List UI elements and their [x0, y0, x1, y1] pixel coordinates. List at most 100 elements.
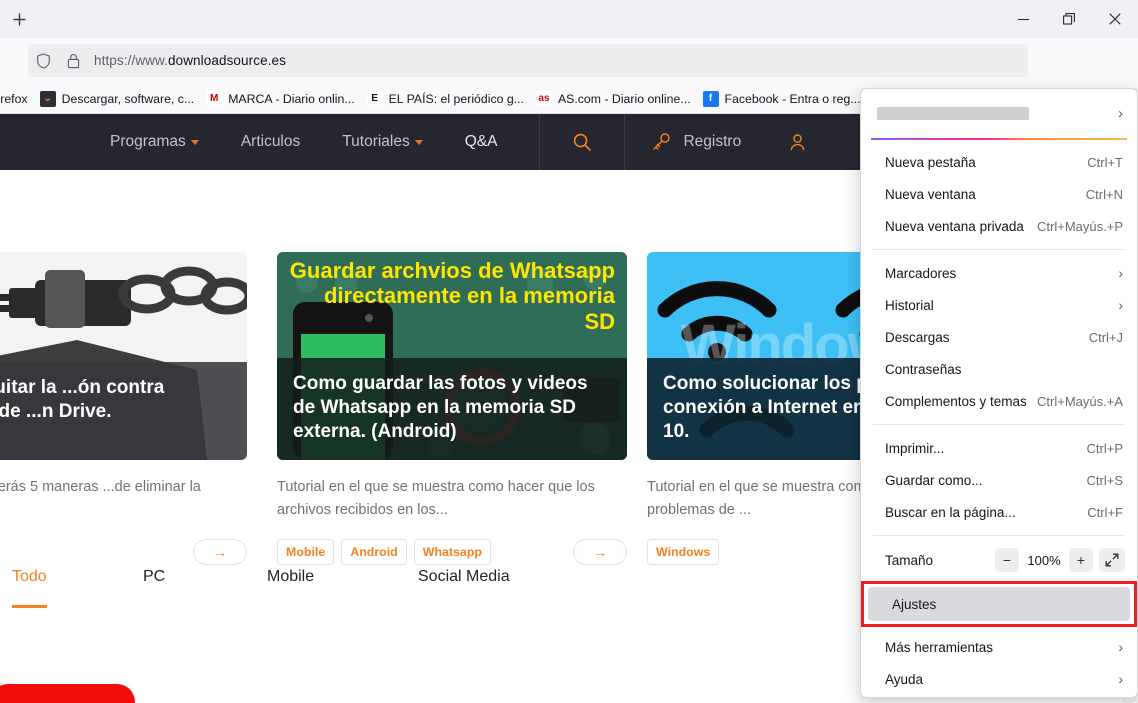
chevron-down-icon [414, 139, 423, 145]
menu-item-label: Nueva ventana privada [885, 218, 1024, 234]
menu-item-label: Marcadores [885, 265, 957, 281]
zoom-out-button[interactable]: − [995, 548, 1019, 572]
zoom-in-button[interactable]: + [1069, 548, 1093, 572]
menu-item-label: Nueva pestaña [885, 154, 976, 170]
card-title: ...as de quitar la ...ón contra escritur… [0, 362, 247, 460]
window-controls [1000, 0, 1138, 38]
menu-item-passwords[interactable]: Contraseñas [861, 353, 1137, 385]
brand-gradient-divider [871, 138, 1127, 140]
site-nav-item-articulos[interactable]: Articulos [241, 133, 300, 151]
chevron-right-icon: › [1118, 265, 1123, 281]
menu-item-label: Descargas [885, 329, 950, 345]
article-card[interactable]: ...as de quitar la ...ón contra escritur… [0, 252, 247, 565]
menu-item-label: Complementos y temas [885, 393, 1027, 409]
menu-separator [873, 535, 1125, 536]
key-icon [653, 133, 671, 150]
site-nav-item-tutoriales[interactable]: Tutoriales [342, 133, 423, 151]
bookmark-label: Firefox [0, 91, 28, 106]
card-description: Tutorial en el que se muestra como hacer… [277, 479, 595, 519]
filter-tab-social-media[interactable]: Social Media [418, 568, 510, 586]
bookmark-item[interactable]: E EL PAÍS: el periódico g... [361, 87, 530, 111]
menu-item-label: Contraseñas [885, 361, 962, 377]
menu-item-more-tools[interactable]: Más herramientas › [861, 631, 1137, 663]
menu-item-shortcut: Ctrl+Mayús.+A [1037, 393, 1123, 409]
menu-item-new-private-window[interactable]: Nueva ventana privada Ctrl+Mayús.+P [861, 210, 1137, 242]
site-nav-item-programas[interactable]: Programas [110, 133, 199, 151]
bookmark-label: Facebook - Entra o reg... [724, 91, 861, 106]
downloadsource-icon: ⌄ [39, 90, 56, 107]
menu-item-shortcut: Ctrl+T [1087, 154, 1123, 170]
fullscreen-icon[interactable] [1099, 548, 1125, 572]
address-bar[interactable]: https://www.downloadsource.es [28, 44, 1028, 77]
url-text: https://www.downloadsource.es [88, 53, 286, 68]
account-menu-row[interactable]: › [861, 95, 1137, 131]
menu-item-find-in-page[interactable]: Buscar en la página... Ctrl+F [861, 496, 1137, 528]
filter-tab-pc[interactable]: PC [143, 568, 165, 586]
restore-button[interactable] [1046, 0, 1092, 38]
menu-item-bookmarks[interactable]: Marcadores › [861, 257, 1137, 289]
menu-item-label: Más herramientas [885, 639, 994, 655]
site-nav-label: Programas [110, 133, 186, 150]
menu-item-print[interactable]: Imprimir... Ctrl+P [861, 432, 1137, 464]
account-name-redacted [877, 106, 1029, 120]
chevron-right-icon: › [1118, 297, 1123, 313]
menu-separator [873, 249, 1125, 250]
menu-item-downloads[interactable]: Descargas Ctrl+J [861, 321, 1137, 353]
site-register-button[interactable]: Registro [625, 132, 767, 152]
card-image: ...as de quitar la ...ón contra escritur… [0, 252, 247, 460]
new-tab-button[interactable] [5, 6, 33, 33]
bookmark-item[interactable]: ⌄ Descargar, software, c... [34, 87, 201, 111]
menu-item-shortcut: Ctrl+N [1085, 186, 1123, 202]
zoom-buttons: −100% + [995, 548, 1125, 572]
bookmark-item[interactable]: f Facebook - Entra o reg... [697, 87, 867, 111]
menu-item-save-as[interactable]: Guardar como... Ctrl+S [861, 464, 1137, 496]
user-icon [790, 133, 804, 150]
menu-item-new-window[interactable]: Nueva ventana Ctrl+N [861, 178, 1137, 210]
menu-item-label: Nueva ventana [885, 186, 976, 202]
menu-item-label: Buscar en la página... [885, 504, 1016, 520]
tab-strip [0, 0, 1138, 38]
menu-item-label: Ajustes [892, 596, 937, 612]
menu-item-label: Imprimir... [885, 440, 945, 456]
menu-item-addons-themes[interactable]: Complementos y temas Ctrl+Mayús.+A [861, 385, 1137, 417]
elpais-icon: E [366, 90, 383, 107]
chevron-right-icon: › [1118, 104, 1123, 122]
minimize-button[interactable] [1000, 0, 1046, 38]
article-card[interactable]: Guardar archvios de Whatsapp directament… [277, 252, 627, 565]
site-nav-item-qa[interactable]: Q&A [465, 133, 498, 151]
menu-item-label: Ayuda [885, 671, 924, 687]
bookmark-label: Descargar, software, c... [61, 91, 195, 106]
close-button[interactable] [1092, 0, 1138, 38]
menu-item-settings[interactable]: Ajustes [868, 587, 1130, 621]
menu-item-help[interactable]: Ayuda › [861, 663, 1137, 695]
chevron-down-icon [190, 139, 199, 145]
menu-item-shortcut: Ctrl+S [1086, 472, 1123, 488]
bookmark-label: EL PAÍS: el periódico g... [388, 91, 524, 106]
navigation-toolbar: https://www.downloadsource.es J [0, 38, 1138, 122]
menu-item-new-tab[interactable]: Nueva pestaña Ctrl+T [861, 146, 1137, 178]
zoom-level-value[interactable]: 100% [1025, 553, 1063, 568]
site-search-button[interactable] [540, 114, 624, 170]
site-register-label: Registro [683, 133, 742, 150]
bookmark-item[interactable]: as AS.com - Diario online... [530, 87, 697, 111]
shield-icon [28, 52, 58, 69]
menu-item-shortcut: Ctrl+Mayús.+P [1037, 218, 1123, 234]
menu-item-label: Historial [885, 297, 934, 313]
marca-icon: M [206, 90, 223, 107]
zoom-control-row: Tamaño −100% + [861, 543, 1137, 577]
url-host: downloadsource.es [167, 53, 287, 68]
menu-item-history[interactable]: Historial › [861, 289, 1137, 321]
bookmark-label: MARCA - Diario onlin... [228, 91, 355, 106]
card-title: Como guardar las fotos y videos de Whats… [277, 358, 627, 460]
card-description: ...el que aprenderás 5 maneras ...de eli… [0, 479, 201, 495]
filter-tab-todo[interactable]: Todo [12, 568, 47, 608]
decorative-shape [0, 684, 135, 703]
bookmark-item[interactable]: M MARCA - Diario onlin... [200, 87, 360, 111]
zoom-label: Tamaño [885, 552, 934, 568]
bookmark-item[interactable]: Firefox [0, 87, 34, 111]
as-icon: as [535, 90, 552, 107]
filter-tab-mobile[interactable]: Mobile [267, 568, 314, 586]
settings-highlight-box: Ajustes [861, 581, 1137, 627]
site-nav-label: Tutoriales [342, 133, 410, 150]
site-user-button[interactable] [767, 114, 827, 170]
